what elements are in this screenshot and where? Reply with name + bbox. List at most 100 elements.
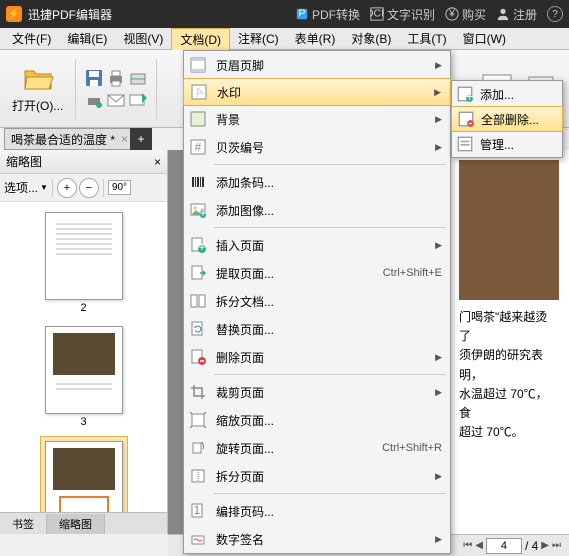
submenu-arrow-icon: ▶: [434, 87, 441, 98]
page-input[interactable]: [486, 538, 522, 554]
thumbnail-page[interactable]: 2: [41, 208, 127, 318]
pdf-convert-link[interactable]: P PDF转换: [295, 6, 360, 23]
menu-window[interactable]: 窗口(W): [455, 28, 514, 49]
menu-page-number[interactable]: 1 编排页码...: [184, 497, 450, 525]
help-icon[interactable]: ?: [547, 6, 563, 22]
menu-header-footer[interactable]: 页眉页脚 ▶: [184, 51, 450, 79]
watermark-submenu: + 添加... 全部删除... 管理...: [451, 80, 563, 158]
svg-text:P: P: [298, 8, 305, 20]
menu-objects[interactable]: 对象(B): [343, 28, 399, 49]
submenu-add[interactable]: + 添加...: [452, 81, 562, 107]
split-doc-icon: [188, 291, 208, 311]
menu-background[interactable]: 背景 ▶: [184, 105, 450, 133]
menu-edit[interactable]: 编辑(E): [59, 28, 115, 49]
prev-page-icon[interactable]: ◀: [475, 540, 483, 551]
menu-add-image[interactable]: + 添加图像...: [184, 196, 450, 224]
menu-tools[interactable]: 工具(T): [399, 28, 454, 49]
menu-document[interactable]: 文档(D): [171, 28, 230, 50]
zoom-in-icon[interactable]: +: [57, 178, 77, 198]
print-icon[interactable]: [106, 68, 126, 88]
next-page-icon[interactable]: ▶: [541, 540, 549, 551]
mailto-icon[interactable]: [128, 90, 148, 110]
save-icon[interactable]: [84, 68, 104, 88]
document-content: 门喝茶"越来越烫了 须伊朗的研究表明， 水温超过 70℃，食 超过 70℃。: [449, 150, 569, 534]
menu-add-barcode[interactable]: 添加条码...: [184, 168, 450, 196]
submenu-arrow-icon: ▶: [435, 352, 442, 363]
submenu-arrow-icon: ▶: [435, 471, 442, 482]
menu-replace-page[interactable]: 替换页面...: [184, 315, 450, 343]
submenu-arrow-icon: ▶: [435, 387, 442, 398]
menu-split-doc[interactable]: 拆分文档...: [184, 287, 450, 315]
sidebar-close-icon[interactable]: ×: [154, 155, 161, 169]
signature-icon: [188, 529, 208, 549]
page-navigator: ⏮ ◀ / 4 ▶ ⏭: [463, 538, 561, 554]
crop-icon: [188, 382, 208, 402]
extract-page-icon: [188, 263, 208, 283]
header-footer-icon: [188, 55, 208, 75]
svg-text:OCR: OCR: [370, 8, 384, 20]
submenu-arrow-icon: ▶: [435, 142, 442, 153]
document-image: [459, 160, 559, 300]
menu-forms[interactable]: 表单(R): [287, 28, 344, 49]
menu-watermark[interactable]: A 水印 ▶: [183, 78, 451, 106]
app-logo-icon: ⚡: [6, 6, 22, 22]
sidebar-options[interactable]: 选项...: [4, 179, 38, 196]
background-icon: [188, 109, 208, 129]
bates-icon: #: [188, 137, 208, 157]
menu-rotate-page[interactable]: 旋转页面... Ctrl+Shift+R: [184, 434, 450, 462]
menu-split-page[interactable]: 拆分页面 ▶: [184, 462, 450, 490]
replace-page-icon: [188, 319, 208, 339]
email-icon[interactable]: [106, 90, 126, 110]
menu-bates[interactable]: # 贝茨编号 ▶: [184, 133, 450, 161]
delete-all-icon: [457, 110, 475, 128]
add-icon: +: [456, 85, 474, 103]
menu-crop-page[interactable]: 裁剪页面 ▶: [184, 378, 450, 406]
thumbnail-page[interactable]: 3: [41, 322, 127, 432]
buy-link[interactable]: ¥ 购买: [445, 6, 486, 23]
quickprint-icon[interactable]: [84, 90, 104, 110]
menu-zoom-page[interactable]: 缩放页面...: [184, 406, 450, 434]
barcode-icon: [188, 172, 208, 192]
zoom-page-icon: [188, 410, 208, 430]
manage-icon: [456, 135, 474, 153]
svg-text:+: +: [199, 206, 206, 219]
menu-comments[interactable]: 注释(C): [230, 28, 287, 49]
menu-file[interactable]: 文件(F): [4, 28, 59, 49]
submenu-manage[interactable]: 管理...: [452, 131, 562, 157]
insert-page-icon: +: [188, 235, 208, 255]
menu-insert-page[interactable]: + 插入页面 ▶: [184, 231, 450, 259]
tab-bookmarks[interactable]: 书签: [0, 514, 47, 534]
menu-delete-page[interactable]: 删除页面 ▶: [184, 343, 450, 371]
submenu-arrow-icon: ▶: [435, 60, 442, 71]
svg-text:+: +: [198, 240, 205, 254]
menu-view[interactable]: 视图(V): [115, 28, 171, 49]
delete-page-icon: [188, 347, 208, 367]
last-page-icon[interactable]: ⏭: [552, 540, 561, 551]
first-page-icon[interactable]: ⏮: [463, 540, 472, 551]
scan-icon[interactable]: [128, 68, 148, 88]
submenu-delete-all[interactable]: 全部删除...: [451, 106, 563, 132]
svg-text:#: #: [195, 140, 202, 154]
watermark-icon: A: [189, 82, 209, 102]
submenu-arrow-icon: ▶: [435, 534, 442, 545]
add-image-icon: +: [188, 200, 208, 220]
submenu-arrow-icon: ▶: [435, 114, 442, 125]
menu-signature[interactable]: 数字签名 ▶: [184, 525, 450, 553]
register-link[interactable]: 注册: [496, 6, 537, 23]
page-number-icon: 1: [188, 501, 208, 521]
sidebar-title: 缩略图: [6, 153, 42, 170]
thumbnail-page[interactable]: 4: [40, 436, 128, 512]
open-button[interactable]: 打开(O)...: [8, 59, 67, 118]
menu-extract-page[interactable]: 提取页面... Ctrl+Shift+E: [184, 259, 450, 287]
split-page-icon: [188, 466, 208, 486]
submenu-arrow-icon: ▶: [435, 240, 442, 251]
zoom-out-icon[interactable]: −: [79, 178, 99, 198]
document-menu-dropdown: 页眉页脚 ▶ A 水印 ▶ 背景 ▶ # 贝茨编号 ▶ 添加条码... + 添加…: [183, 50, 451, 554]
ocr-link[interactable]: OCR 文字识别: [370, 6, 435, 23]
tab-thumbnails[interactable]: 缩略图: [47, 514, 105, 534]
app-title: 迅捷PDF编辑器: [28, 6, 289, 23]
rotate-button[interactable]: 90°: [108, 180, 131, 195]
svg-text:¥: ¥: [448, 8, 455, 20]
svg-text:1: 1: [194, 503, 201, 517]
svg-text:+: +: [466, 89, 474, 103]
